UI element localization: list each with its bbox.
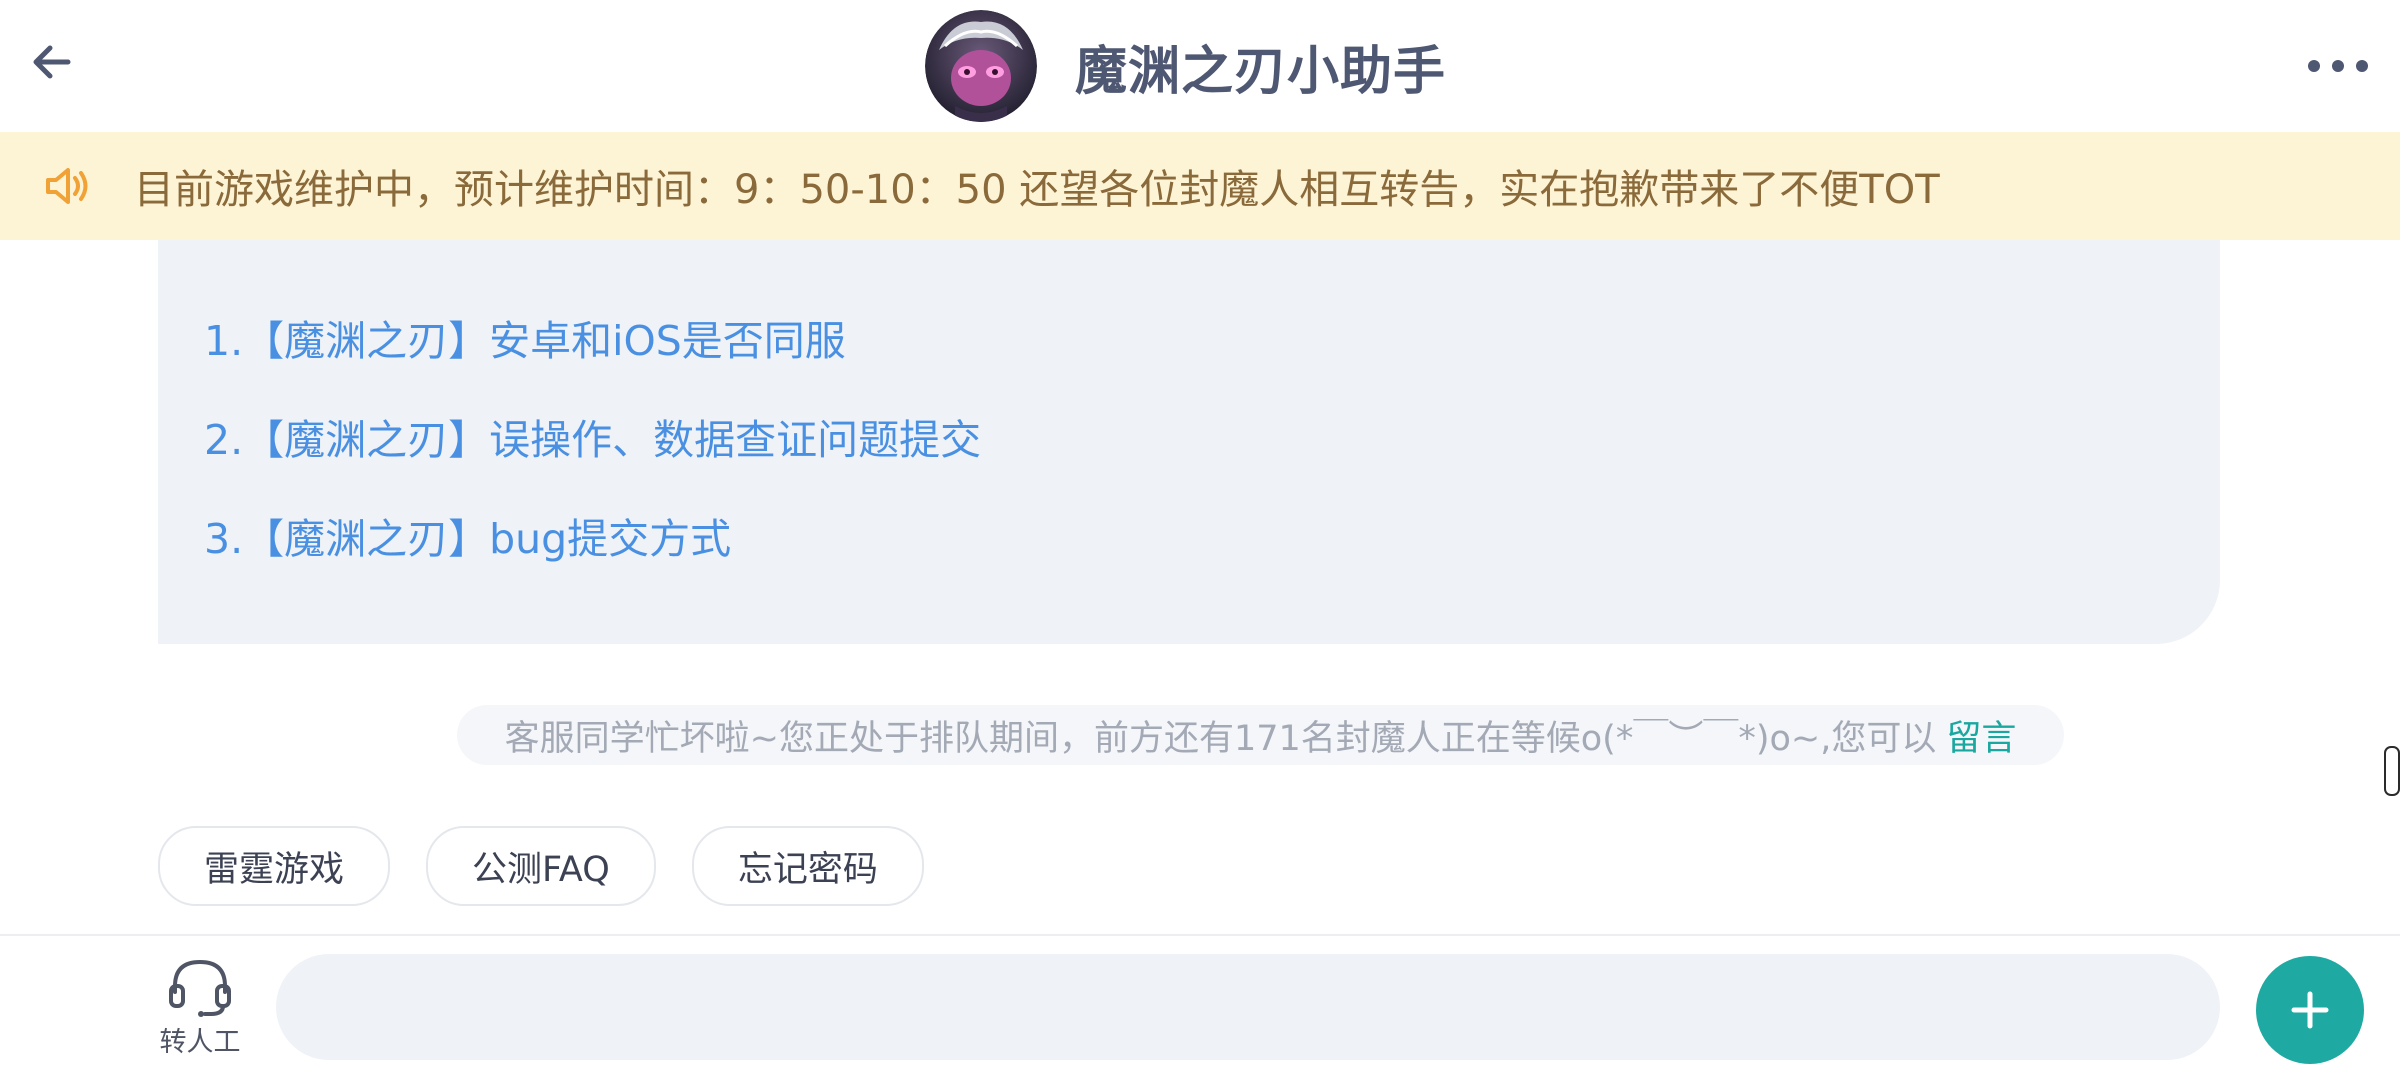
headset-icon <box>169 959 231 1017</box>
quick-reply-row: 雷霆游戏 公测FAQ 忘记密码 <box>158 826 924 906</box>
quick-reply-chip[interactable]: 公测FAQ <box>426 826 656 906</box>
quick-reply-chip[interactable]: 雷霆游戏 <box>158 826 391 906</box>
scrollbar-thumb[interactable] <box>2384 746 2400 796</box>
chat-scroll-area[interactable]: 1.【魔渊之刃】安卓和iOS是否同服 2.【魔渊之刃】误操作、数据查证问题提交 … <box>0 132 2400 934</box>
more-horizontal-icon <box>2308 60 2368 72</box>
arrow-left-icon <box>33 45 71 79</box>
notice-text: 目前游戏维护中，预计维护时间：9：50-10：50 还望各位封魔人相互转告，实在… <box>134 167 1940 213</box>
queue-status-text: 客服同学忙坏啦~您正处于排队期间，前方还有171名封魔人正在等候o(*￣︶￣*)… <box>504 718 1937 759</box>
page-title: 魔渊之刃小助手 <box>1075 41 1447 102</box>
leave-message-link[interactable]: 留言 <box>1946 710 2016 761</box>
message-input[interactable] <box>276 954 2220 1060</box>
faq-link[interactable]: 2.【魔渊之刃】误操作、数据查证问题提交 <box>204 413 981 512</box>
transfer-to-human-label: 转人工 <box>159 1027 241 1058</box>
quick-reply-chip[interactable]: 忘记密码 <box>691 826 924 906</box>
chat-title-group: 魔渊之刃小助手 <box>925 10 1446 122</box>
transfer-to-human-button[interactable]: 转人工 <box>150 956 250 1059</box>
maintenance-notice-bar: 目前游戏维护中，预计维护时间：9：50-10：50 还望各位封魔人相互转告，实在… <box>0 132 2400 240</box>
add-attachment-button[interactable] <box>2256 956 2364 1064</box>
back-button[interactable] <box>20 30 84 94</box>
more-button[interactable] <box>2298 38 2378 94</box>
faq-link[interactable]: 3.【魔渊之刃】bug提交方式 <box>204 512 981 611</box>
queue-status-notice: 客服同学忙坏啦~您正处于排队期间，前方还有171名封魔人正在等候o(*￣︶￣*)… <box>457 705 2064 765</box>
avatar <box>925 10 1037 122</box>
faq-list: 1.【魔渊之刃】安卓和iOS是否同服 2.【魔渊之刃】误操作、数据查证问题提交 … <box>204 314 981 611</box>
plus-icon <box>2291 991 2329 1029</box>
bottom-input-bar: 转人工 <box>0 934 2400 1082</box>
top-bar: 魔渊之刃小助手 <box>0 0 2400 132</box>
faq-link[interactable]: 1.【魔渊之刃】安卓和iOS是否同服 <box>204 314 981 413</box>
speaker-icon <box>42 161 92 211</box>
